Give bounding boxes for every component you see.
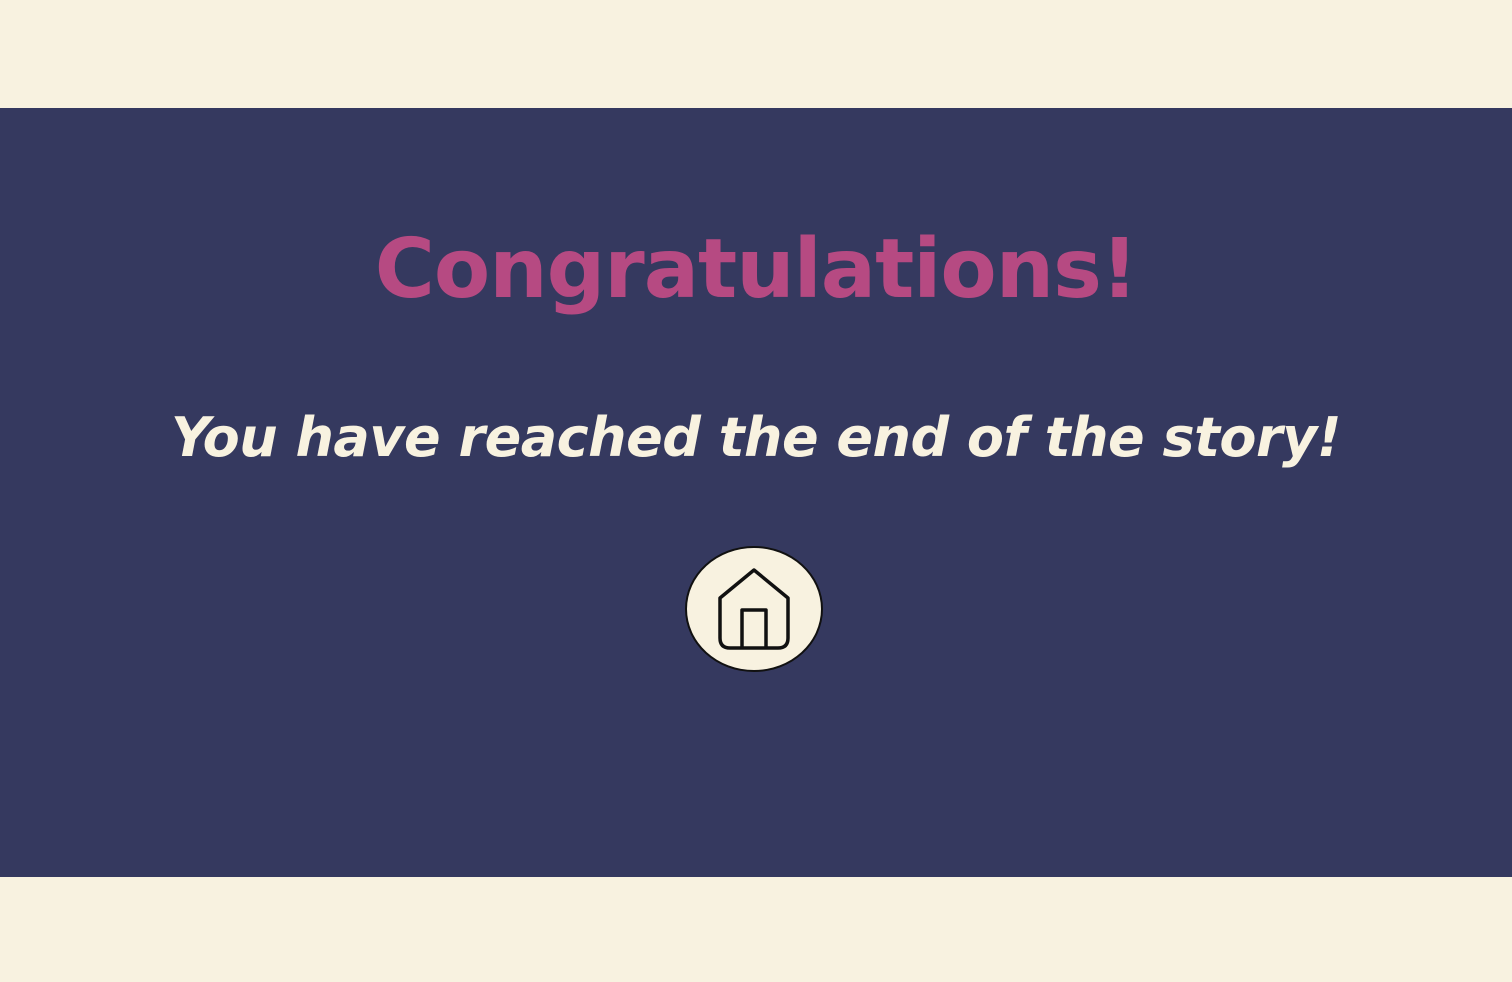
home-button[interactable] [685,546,823,672]
congratulations-title: Congratulations! [374,222,1139,317]
end-of-story-screen: Congratulations! You have reached the en… [0,0,1512,982]
end-of-story-message: You have reached the end of the story! [170,406,1342,469]
home-icon [714,566,794,652]
top-margin-band [0,0,1512,108]
bottom-margin-band [0,877,1512,982]
end-panel: Congratulations! You have reached the en… [0,108,1512,877]
